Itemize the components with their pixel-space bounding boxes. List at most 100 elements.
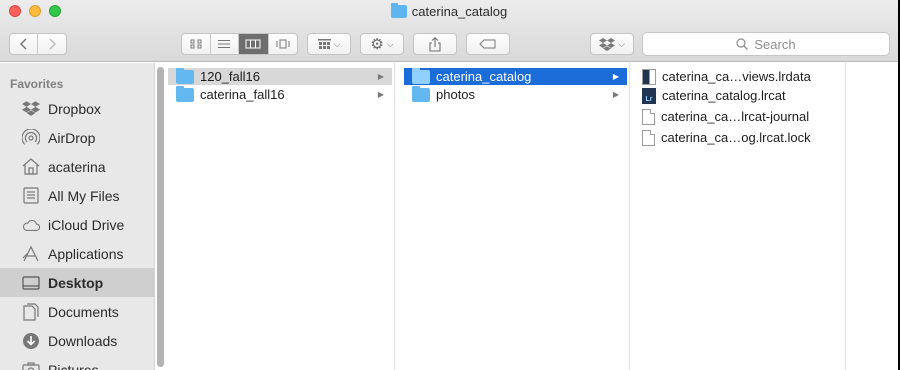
- arrange-grid-icon: [317, 38, 331, 49]
- list-item-caterina-catalog[interactable]: caterina_catalog ▶: [404, 67, 627, 85]
- downloads-icon: [22, 332, 40, 350]
- disclosure-arrow-icon: ▶: [612, 90, 619, 99]
- tag-icon: [479, 39, 496, 49]
- sidebar-item-desktop[interactable]: Desktop: [0, 268, 155, 297]
- folder-icon: [176, 85, 194, 102]
- tags-button[interactable]: [466, 33, 510, 55]
- sidebar-heading-favorites: Favorites: [10, 77, 64, 91]
- sidebar-item-label: acaterina: [48, 158, 106, 175]
- chevron-right-icon: [49, 38, 56, 50]
- folder-icon: [412, 67, 430, 84]
- chevron-down-icon: ⌵: [618, 38, 625, 49]
- lrdata-file-icon: [642, 68, 656, 85]
- desktop-icon: [22, 274, 40, 292]
- item-label: caterina_fall16: [200, 87, 285, 102]
- lightroom-catalog-icon: Lr: [642, 87, 656, 104]
- sidebar-item-applications[interactable]: Applications: [0, 239, 155, 268]
- sidebar-item-label: Downloads: [48, 332, 118, 349]
- sidebar-item-acaterina[interactable]: acaterina: [0, 152, 155, 181]
- sidebar-item-downloads[interactable]: Downloads: [0, 326, 155, 355]
- sidebar-item-airdrop[interactable]: AirDrop: [0, 123, 155, 152]
- search-icon: [736, 38, 749, 50]
- column-view-icon: [245, 39, 261, 49]
- item-label: caterina_catalog.lrcat: [662, 88, 786, 103]
- sidebar-item-label: Desktop: [48, 274, 104, 291]
- sidebar-item-label: All My Files: [48, 187, 120, 204]
- sidebar-item-all-my-files[interactable]: All My Files: [0, 181, 155, 210]
- sidebar-item-documents[interactable]: Documents: [0, 297, 155, 326]
- dropbox-icon: [599, 37, 616, 51]
- forward-button[interactable]: [38, 34, 66, 54]
- gear-icon: ⚙: [370, 36, 384, 53]
- finder-window: caterina_catalog ⌵ ⚙ ⌵ ⌵ Search Favorite…: [0, 0, 898, 370]
- sidebar-item-label: Pictures: [48, 361, 99, 370]
- applications-icon: [22, 245, 40, 263]
- back-forward-control: [9, 33, 67, 55]
- sidebar-item-icloud-drive[interactable]: iCloud Drive: [0, 210, 155, 239]
- item-label: caterina_ca…views.lrdata: [662, 69, 811, 84]
- column-4: [847, 63, 898, 370]
- search-placeholder: Search: [754, 36, 796, 52]
- sidebar-item-label: Dropbox: [48, 100, 101, 117]
- icon-view-icon: [190, 39, 202, 49]
- chevron-down-icon: ⌵: [333, 38, 341, 49]
- sidebar-item-label: AirDrop: [48, 129, 96, 146]
- all-files-icon: [22, 187, 40, 205]
- column-view-button[interactable]: [239, 34, 269, 54]
- sidebar-item-label: Applications: [48, 245, 124, 262]
- chevron-down-icon: ⌵: [386, 38, 394, 49]
- list-item-caterina-fall16[interactable]: caterina_fall16 ▶: [168, 85, 392, 103]
- folder-icon: [390, 3, 407, 18]
- share-button[interactable]: [413, 33, 457, 55]
- item-label: caterina_catalog: [436, 69, 532, 84]
- back-button[interactable]: [10, 34, 39, 54]
- document-icon: [642, 129, 655, 146]
- sidebar-scrollbar[interactable]: [157, 67, 164, 367]
- column-2: caterina_catalog ▶ photos ▶: [402, 63, 630, 370]
- column-1: 120_fall16 ▶ caterina_fall16 ▶: [166, 63, 395, 370]
- list-item-lrcat-journal[interactable]: caterina_ca…lrcat-journal: [634, 108, 843, 125]
- list-view-icon: [218, 40, 231, 48]
- sidebar-item-dropbox[interactable]: Dropbox: [0, 94, 155, 123]
- list-item-photos[interactable]: photos ▶: [404, 85, 627, 103]
- list-item-120-fall16[interactable]: 120_fall16 ▶: [168, 67, 392, 85]
- sidebar-item-label: Documents: [48, 303, 119, 320]
- window-title-label: caterina_catalog: [411, 4, 508, 19]
- sidebar: Favorites Dropbox AirDrop acaterina All …: [0, 63, 155, 370]
- folder-icon: [412, 85, 430, 102]
- view-mode-control: [181, 33, 298, 55]
- disclosure-arrow-icon: ▶: [612, 72, 619, 81]
- disclosure-arrow-icon: ▶: [377, 90, 384, 99]
- documents-icon: [22, 302, 40, 321]
- sidebar-item-pictures[interactable]: Pictures: [0, 355, 155, 370]
- airdrop-icon: [22, 128, 40, 147]
- window-title: caterina_catalog: [0, 3, 898, 19]
- home-icon: [22, 158, 40, 176]
- toolbar: caterina_catalog ⌵ ⚙ ⌵ ⌵ Search: [0, 0, 898, 62]
- action-button[interactable]: ⚙ ⌵: [360, 33, 404, 55]
- document-icon: [642, 108, 655, 125]
- dropbox-toolbar-button[interactable]: ⌵: [590, 33, 634, 55]
- disclosure-arrow-icon: ▶: [377, 72, 384, 81]
- folder-icon: [176, 67, 194, 84]
- chevron-left-icon: [19, 38, 27, 50]
- list-view-button[interactable]: [211, 34, 240, 54]
- list-item-lrcat-lock[interactable]: caterina_ca…og.lrcat.lock: [634, 129, 843, 146]
- dropbox-icon: [22, 100, 40, 118]
- list-item-lrdata[interactable]: caterina_ca…views.lrdata: [634, 68, 843, 85]
- list-item-lrcat[interactable]: Lr caterina_catalog.lrcat: [634, 87, 843, 104]
- item-label: 120_fall16: [200, 69, 260, 84]
- pictures-icon: [22, 361, 40, 370]
- arrange-button[interactable]: ⌵: [307, 33, 351, 55]
- item-label: photos: [436, 87, 476, 102]
- item-label: caterina_ca…lrcat-journal: [661, 109, 810, 124]
- item-label: caterina_ca…og.lrcat.lock: [661, 130, 811, 145]
- cloud-icon: [22, 216, 40, 234]
- cover-flow-button[interactable]: [269, 34, 297, 54]
- column-3: caterina_ca…views.lrdata Lr caterina_cat…: [632, 63, 846, 370]
- share-icon: [429, 36, 441, 52]
- sidebar-item-label: iCloud Drive: [48, 216, 125, 233]
- icon-view-button[interactable]: [182, 34, 211, 54]
- cover-flow-icon: [276, 39, 290, 49]
- search-field[interactable]: Search: [642, 32, 890, 56]
